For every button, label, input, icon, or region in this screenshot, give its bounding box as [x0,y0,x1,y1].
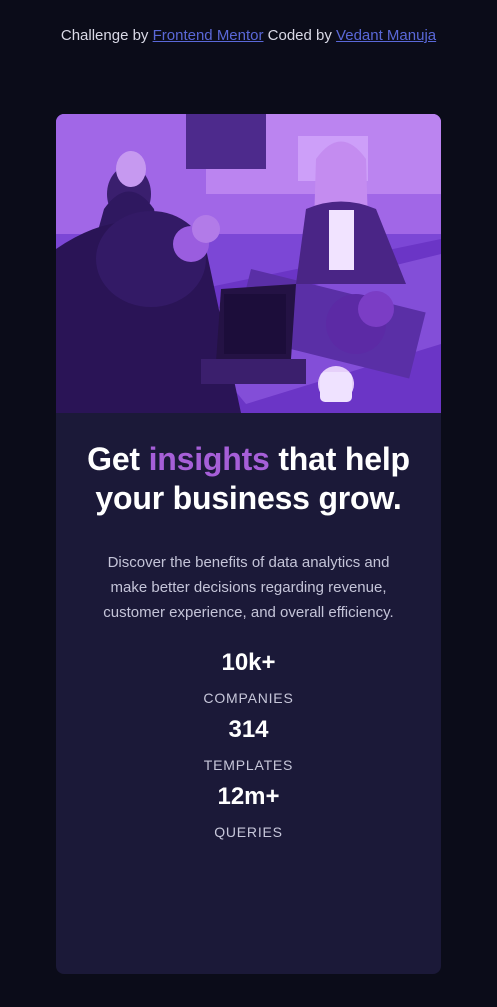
headline-accent: insights [148,441,270,477]
stats-list: 10k+ COMPANIES 314 TEMPLATES 12m+ QUERIE… [84,649,413,840]
attribution-prefix: Challenge by [60,27,153,44]
stat-value: 12m+ [217,783,280,810]
card-content: Get insights that help your business gro… [56,440,441,840]
attribution: Challenge by Frontend Mentor Coded by Ve… [0,27,497,44]
headline-part-1: Get [87,441,149,477]
stats-card: Get insights that help your business gro… [56,114,441,974]
attribution-middle: Coded by [263,27,337,44]
stat-label: COMPANIES [203,690,294,706]
stat-queries: 12m+ QUERIES [84,783,413,840]
stat-templates: 314 TEMPLATES [84,716,413,773]
stat-label: TEMPLATES [203,757,294,773]
office-photo-illustration [56,114,441,413]
hero-image [56,114,441,413]
frontend-mentor-link[interactable]: Frontend Mentor [153,27,264,44]
stat-value: 10k+ [221,649,276,676]
stat-value: 314 [228,716,269,743]
stat-label: QUERIES [214,824,283,840]
headline: Get insights that help your business gro… [84,440,413,518]
stat-companies: 10k+ COMPANIES [84,649,413,706]
coder-link[interactable]: Vedant Manuja [336,27,436,44]
description: Discover the benefits of data analytics … [103,554,394,621]
